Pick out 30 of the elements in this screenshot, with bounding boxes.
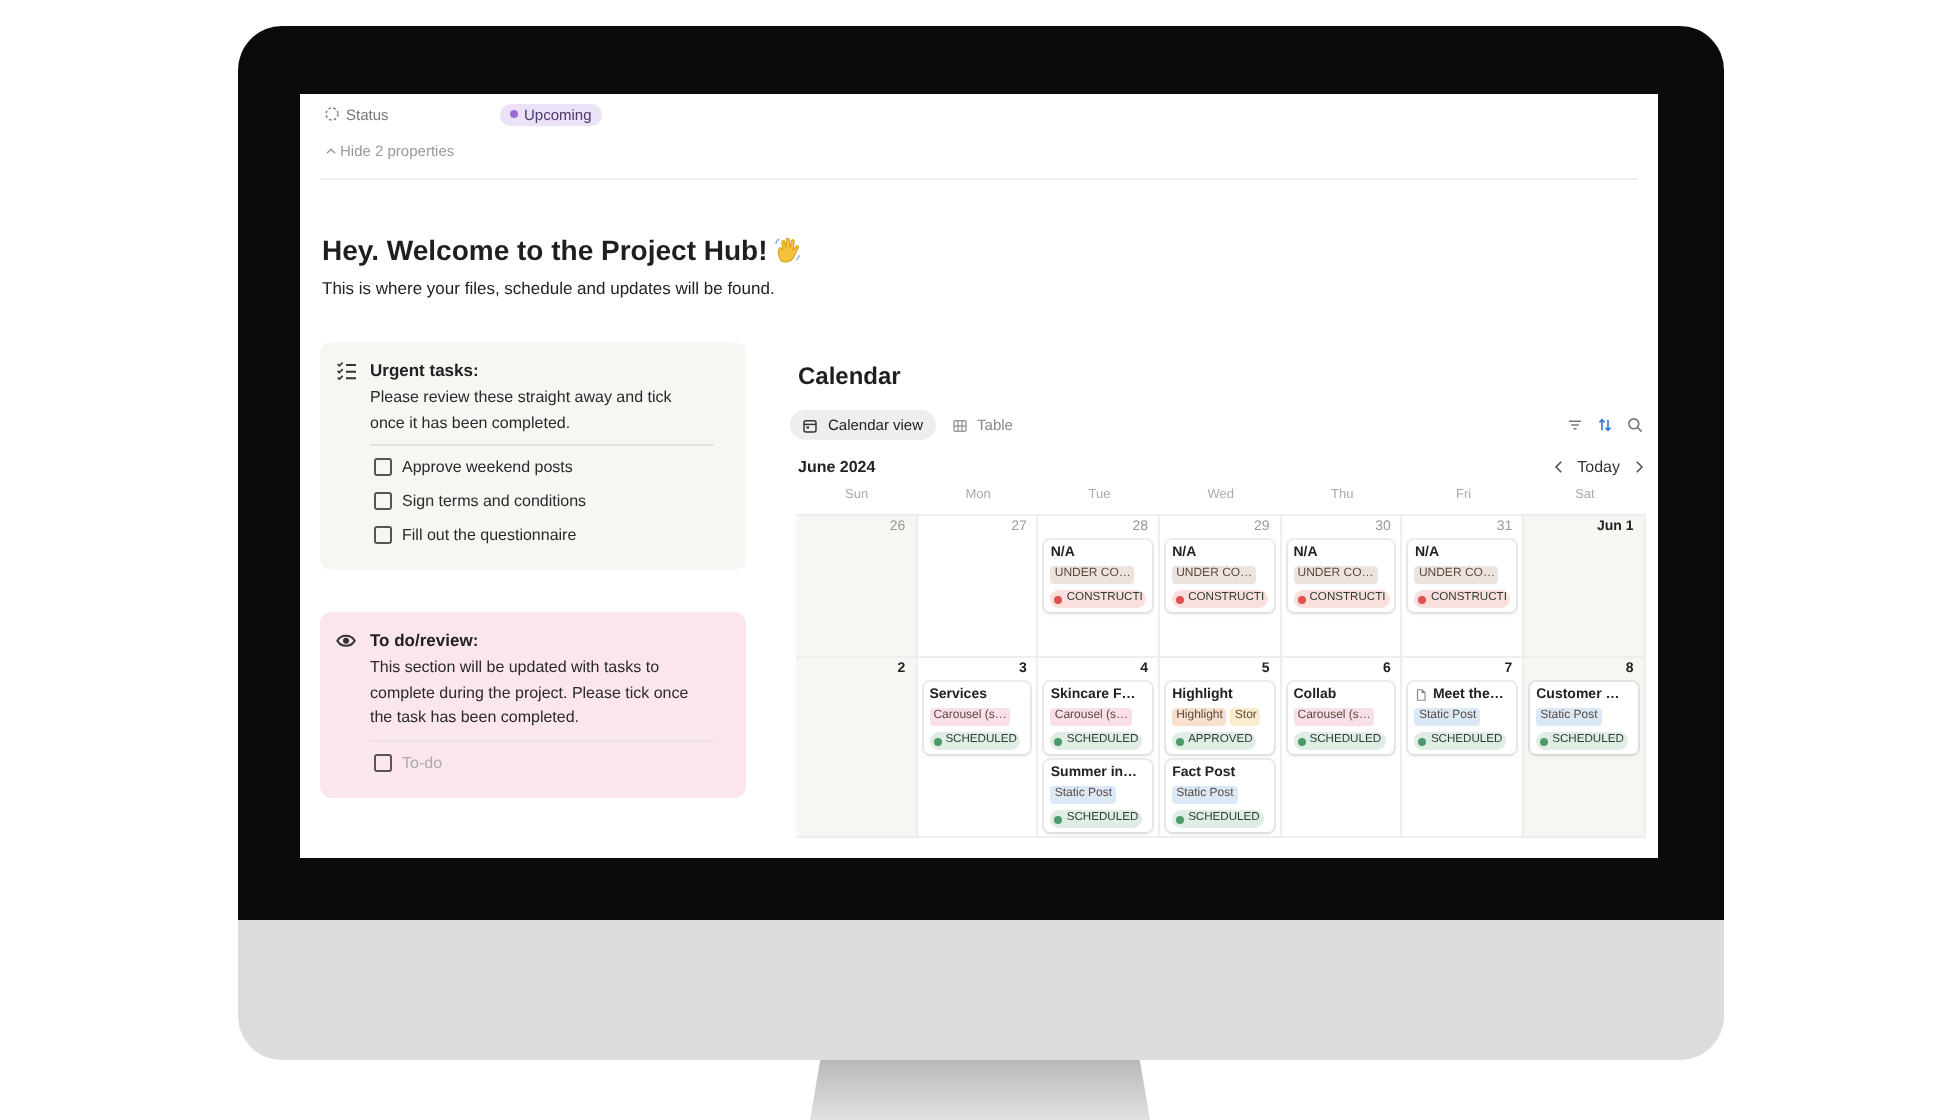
today-button[interactable]: Today (1573, 458, 1624, 476)
search-icon[interactable] (1626, 416, 1644, 434)
calendar-icon (802, 417, 818, 433)
checkbox[interactable] (374, 526, 392, 544)
status-icon (324, 106, 340, 122)
checkbox[interactable] (374, 458, 392, 476)
page-heading: Hey. Welcome to the Project Hub! (322, 232, 768, 268)
month-label: June 2024 (798, 458, 876, 476)
callout-title: To do/review: (370, 630, 479, 650)
calendar-title: Calendar (798, 360, 903, 392)
callout-title: Urgent tasks: (370, 360, 479, 380)
waving-hand-icon (773, 236, 802, 264)
eye-icon (336, 630, 356, 650)
table-icon (951, 417, 968, 433)
chevron-right-icon[interactable] (1630, 458, 1648, 476)
page-subtitle: This is where your files, schedule and updates will be found. (322, 278, 777, 298)
filter-icon[interactable] (1566, 416, 1584, 434)
checklist-icon (336, 360, 356, 380)
checkbox[interactable] (374, 492, 392, 510)
todo-label: Fill out the questionnaire (402, 526, 577, 544)
sort-icon[interactable] (1596, 416, 1614, 434)
todo-label: Approve weekend posts (402, 458, 573, 476)
todo-label: Sign terms and conditions (402, 492, 587, 510)
todo-label: To-do (402, 753, 443, 771)
chevron-left-icon[interactable] (1549, 458, 1568, 476)
callout-text: Please review these straight away and tick once it has been completed. (370, 386, 674, 436)
callout-text: This section will be updated with tasks to complete during the project. Please tick once the task has been completed. (370, 656, 691, 730)
checkbox[interactable] (374, 753, 392, 771)
page-icon (1414, 688, 1429, 702)
caret-icon[interactable] (324, 144, 338, 158)
